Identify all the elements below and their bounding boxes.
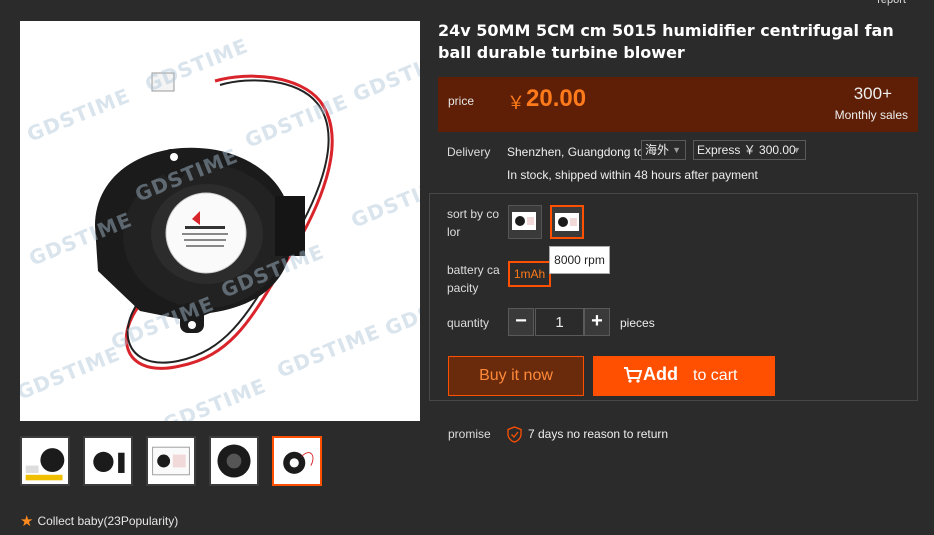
quantity-unit: pieces [620,316,655,330]
shipping-select[interactable]: Express ￥ 300.00 ▼ [693,140,806,160]
buy-now-button[interactable]: Buy it now [448,356,584,396]
promise-label: promise [448,427,491,441]
quantity-increase-button[interactable]: + [584,308,610,336]
color-swatch[interactable] [508,205,542,239]
price-panel: price ￥ 20.00 300+ Monthly sales [438,77,918,132]
currency-symbol: ￥ [507,93,525,113]
collect-label: Collect baby(23Popularity) [37,514,179,528]
option-tooltip: 8000 rpm [549,246,610,274]
color-swatch-selected[interactable] [550,205,584,239]
collect-button[interactable]: ★ Collect baby(23Popularity) [20,512,178,530]
thumbnail[interactable] [83,436,133,486]
battery-label: battery ca pacity [447,263,500,295]
promise-text: 7 days no reason to return [528,427,669,441]
stock-status: In stock, shipped within 48 hours after … [507,168,758,182]
thumbnail[interactable] [20,436,70,486]
shield-check-icon [507,426,522,443]
monthly-sales-count: 300+ [853,84,892,103]
to-cart-label: to cart [693,367,738,384]
thumbnail-active[interactable] [272,436,322,486]
price-label: price [448,94,475,108]
quantity-decrease-button[interactable]: − [508,308,534,336]
product-title: 24v 50MM 5CM cm 5015 humidifier centrifu… [438,21,894,62]
delivery-label: Delivery [447,145,491,159]
monthly-sales-label: Monthly sales [834,108,908,122]
destination-value: 海外 [645,143,670,157]
shipping-value: Express ￥ 300.00 [697,143,796,157]
price-value: 20.00 [526,85,587,112]
cart-icon [624,367,642,383]
quantity-input[interactable] [535,308,584,336]
thumbnail[interactable] [209,436,259,486]
delivery-origin: Shenzhen, Guangdong to [507,145,644,159]
quantity-label: quantity [447,316,490,330]
add-label: Add [643,364,678,384]
add-to-cart-button[interactable]: Add to cart [593,356,775,396]
destination-select[interactable]: 海外 ▼ [641,140,686,160]
thumbnail[interactable] [146,436,196,486]
star-icon: ★ [20,513,34,530]
chevron-down-icon: ▼ [672,145,681,155]
color-label: sort by co lor [447,207,500,239]
report-link[interactable]: report [877,0,906,6]
chevron-down-icon: ▼ [792,145,801,155]
battery-option-button[interactable]: 1mAh [508,261,551,287]
main-product-image: GDSTIME GDSTIME GDSTIME GDSTIME GDSTIME … [20,21,420,421]
